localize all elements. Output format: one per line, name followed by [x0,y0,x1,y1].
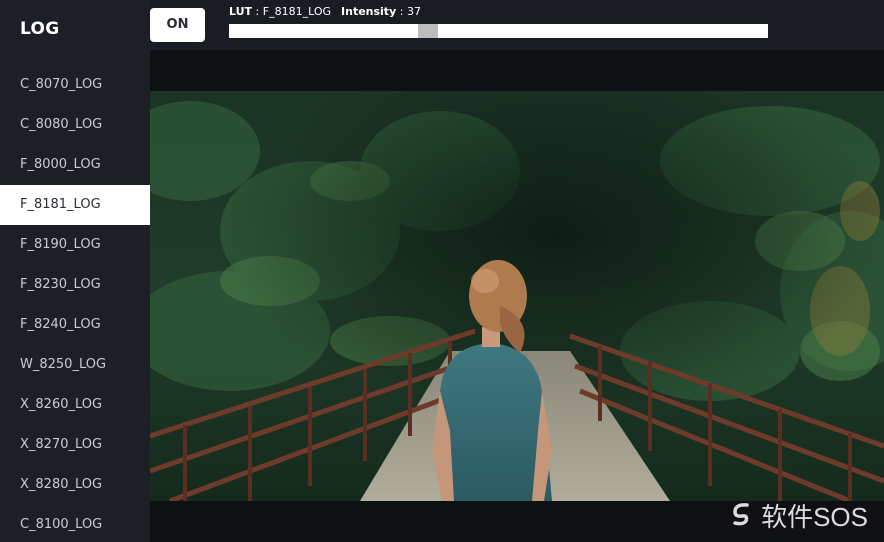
intensity-value: 37 [406,5,421,18]
intensity-slider-thumb[interactable] [418,24,438,38]
swirl-logo-icon [729,501,755,531]
lut-item-f-8230-log[interactable]: F_8230_LOG [0,265,150,305]
intensity-key: Intensity [341,5,397,18]
lut-item-f-8000-log[interactable]: F_8000_LOG [0,145,150,185]
lut-info: LUT : F_8181_LOG Intensity : 37 [229,5,421,18]
watermark-text: 软件SOS [761,502,868,532]
lut-sidebar: LOG C_8070_LOG C_8080_LOG F_8000_LOG F_8181… [0,0,150,542]
app-window: LOG C_8070_LOG C_8080_LOG F_8000_LOG F_8181… [0,0,884,542]
on-toggle-button[interactable]: ON [150,8,205,42]
preview-image [150,91,884,501]
lut-item-c-8070-log[interactable]: C_8070_LOG [0,65,150,105]
image-viewer: 软件SOS [150,50,884,542]
lut-item-f-8240-log[interactable]: F_8240_LOG [0,305,150,345]
lut-item-x-8270-log[interactable]: X_8270_LOG [0,425,150,465]
intensity-slider[interactable] [229,24,768,38]
sidebar-title: LOG [20,19,60,39]
lut-value: F_8181_LOG [262,5,332,18]
lut-item-f-8181-log[interactable]: F_8181_LOG [0,185,150,225]
lut-item-f-8190-log[interactable]: F_8190_LOG [0,225,150,265]
lut-list: C_8070_LOG C_8080_LOG F_8000_LOG F_8181_LOG… [0,65,150,542]
watermark: 软件SOS [729,497,868,534]
lut-item-x-8280-log[interactable]: X_8280_LOG [0,465,150,505]
lut-item-c-8080-log[interactable]: C_8080_LOG [0,105,150,145]
lut-key: LUT [229,5,253,18]
lut-item-w-8250-log[interactable]: W_8250_LOG [0,345,150,385]
lut-item-x-8260-log[interactable]: X_8260_LOG [0,385,150,425]
toolbar: ON LUT : F_8181_LOG Intensity : 37 [150,0,884,50]
lut-item-c-8100-log[interactable]: C_8100_LOG [0,505,150,542]
